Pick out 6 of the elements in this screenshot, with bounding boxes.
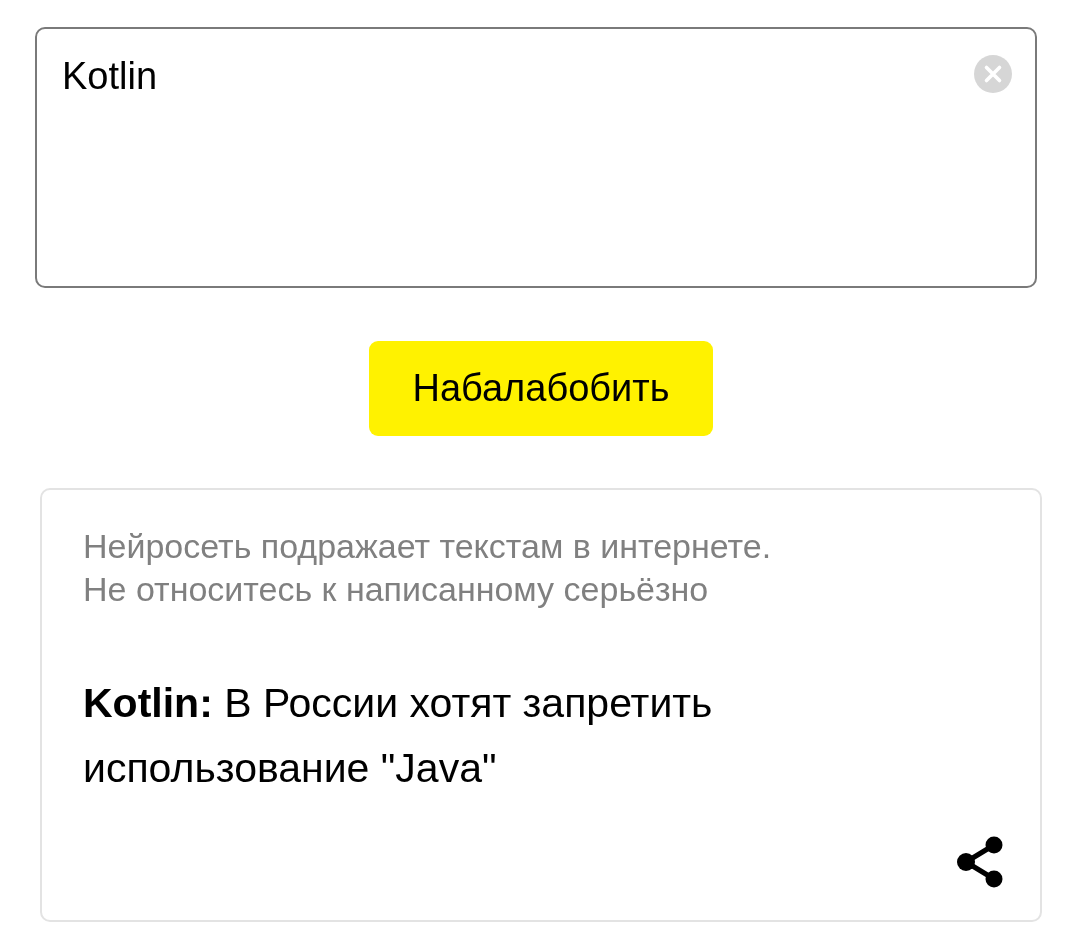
query-field[interactable]: Kotlin [35,27,1037,288]
result-text: Kotlin: В России хотят запретить использование "Java" [83,679,714,793]
disclaimer-text: Не относитесь к написанному серьёзно [83,569,709,610]
share-icon[interactable] [956,836,1004,888]
disclaimer-text: Нейросеть подражает текстам в интернете. [83,526,772,567]
submit-button[interactable]: Набалабобить [369,341,713,436]
